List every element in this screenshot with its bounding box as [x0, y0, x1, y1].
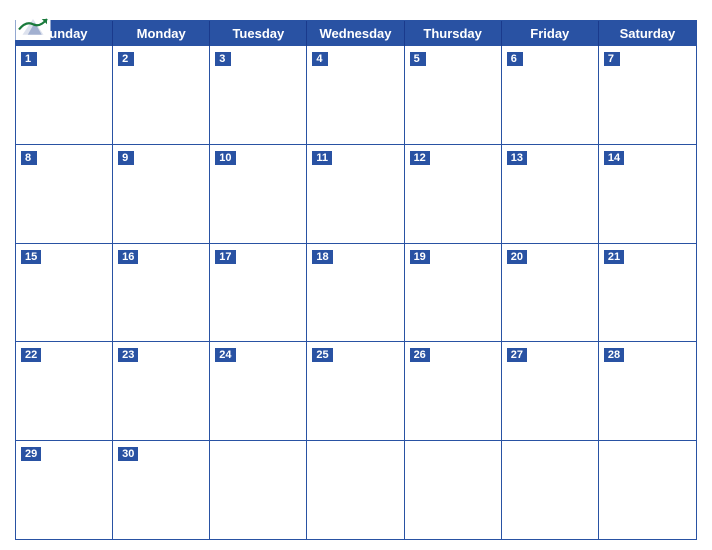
day-cell: 3 — [210, 46, 307, 144]
day-number: 22 — [21, 348, 41, 362]
day-cell: 1 — [16, 46, 113, 144]
day-cell: 14 — [599, 145, 696, 243]
day-cell: 19 — [405, 244, 502, 342]
day-number: 16 — [118, 250, 138, 264]
day-number-empty — [312, 455, 328, 457]
week-row-2: 8 9 10 11 12 13 14 — [16, 145, 696, 244]
day-cell: 25 — [307, 342, 404, 440]
calendar-grid: SundayMondayTuesdayWednesdayThursdayFrid… — [15, 20, 697, 540]
day-cell: 16 — [113, 244, 210, 342]
day-cell: 22 — [16, 342, 113, 440]
day-cell: 10 — [210, 145, 307, 243]
day-cell: 28 — [599, 342, 696, 440]
day-cell: 11 — [307, 145, 404, 243]
calendar-body: 1234567891011121314151617181920212223242… — [16, 46, 696, 539]
day-cell: 4 — [307, 46, 404, 144]
day-number: 2 — [118, 52, 134, 66]
day-number-empty — [215, 455, 231, 457]
day-number: 13 — [507, 151, 527, 165]
day-of-week-tuesday: Tuesday — [210, 21, 307, 46]
day-number: 12 — [410, 151, 430, 165]
day-number: 1 — [21, 52, 37, 66]
day-cell: 2 — [113, 46, 210, 144]
day-cell: 15 — [16, 244, 113, 342]
day-number: 25 — [312, 348, 332, 362]
day-cell: 9 — [113, 145, 210, 243]
week-row-4: 22 23 24 25 26 27 28 — [16, 342, 696, 441]
day-cell: 6 — [502, 46, 599, 144]
day-cell: 17 — [210, 244, 307, 342]
day-number-empty — [410, 455, 426, 457]
day-cell: 29 — [16, 441, 113, 539]
day-number: 7 — [604, 52, 620, 66]
day-number: 23 — [118, 348, 138, 362]
day-number: 21 — [604, 250, 624, 264]
week-row-3: 15 16 17 18 19 20 21 — [16, 244, 696, 343]
day-number: 29 — [21, 447, 41, 461]
day-number: 10 — [215, 151, 235, 165]
day-cell: 23 — [113, 342, 210, 440]
day-number: 14 — [604, 151, 624, 165]
day-number: 15 — [21, 250, 41, 264]
day-cell: 30 — [113, 441, 210, 539]
day-cell: 18 — [307, 244, 404, 342]
day-number: 9 — [118, 151, 134, 165]
day-cell — [405, 441, 502, 539]
day-number: 11 — [312, 151, 332, 165]
days-of-week-row: SundayMondayTuesdayWednesdayThursdayFrid… — [16, 21, 696, 46]
day-number: 28 — [604, 348, 624, 362]
day-of-week-wednesday: Wednesday — [307, 21, 404, 46]
week-row-1: 1 2 3 4 5 6 7 — [16, 46, 696, 145]
day-cell: 5 — [405, 46, 502, 144]
day-number: 6 — [507, 52, 523, 66]
day-cell: 8 — [16, 145, 113, 243]
week-row-5: 29 30 — [16, 441, 696, 539]
day-of-week-saturday: Saturday — [599, 21, 696, 46]
day-number: 17 — [215, 250, 235, 264]
day-number: 19 — [410, 250, 430, 264]
logo — [15, 12, 51, 40]
day-cell: 24 — [210, 342, 307, 440]
day-number: 20 — [507, 250, 527, 264]
day-number-empty — [604, 455, 620, 457]
day-number: 24 — [215, 348, 235, 362]
day-number: 27 — [507, 348, 527, 362]
day-cell — [502, 441, 599, 539]
day-cell: 12 — [405, 145, 502, 243]
day-cell: 26 — [405, 342, 502, 440]
day-number: 8 — [21, 151, 37, 165]
day-cell: 7 — [599, 46, 696, 144]
day-cell: 27 — [502, 342, 599, 440]
day-cell — [599, 441, 696, 539]
day-of-week-thursday: Thursday — [405, 21, 502, 46]
day-number: 26 — [410, 348, 430, 362]
calendar-header — [15, 10, 697, 14]
day-cell — [210, 441, 307, 539]
day-number: 4 — [312, 52, 328, 66]
day-number-empty — [507, 455, 523, 457]
day-number: 30 — [118, 447, 138, 461]
day-cell: 20 — [502, 244, 599, 342]
day-cell — [307, 441, 404, 539]
day-of-week-monday: Monday — [113, 21, 210, 46]
day-number: 18 — [312, 250, 332, 264]
calendar-page: SundayMondayTuesdayWednesdayThursdayFrid… — [0, 0, 712, 550]
day-number: 5 — [410, 52, 426, 66]
day-number: 3 — [215, 52, 231, 66]
day-cell: 21 — [599, 244, 696, 342]
day-of-week-friday: Friday — [502, 21, 599, 46]
day-cell: 13 — [502, 145, 599, 243]
